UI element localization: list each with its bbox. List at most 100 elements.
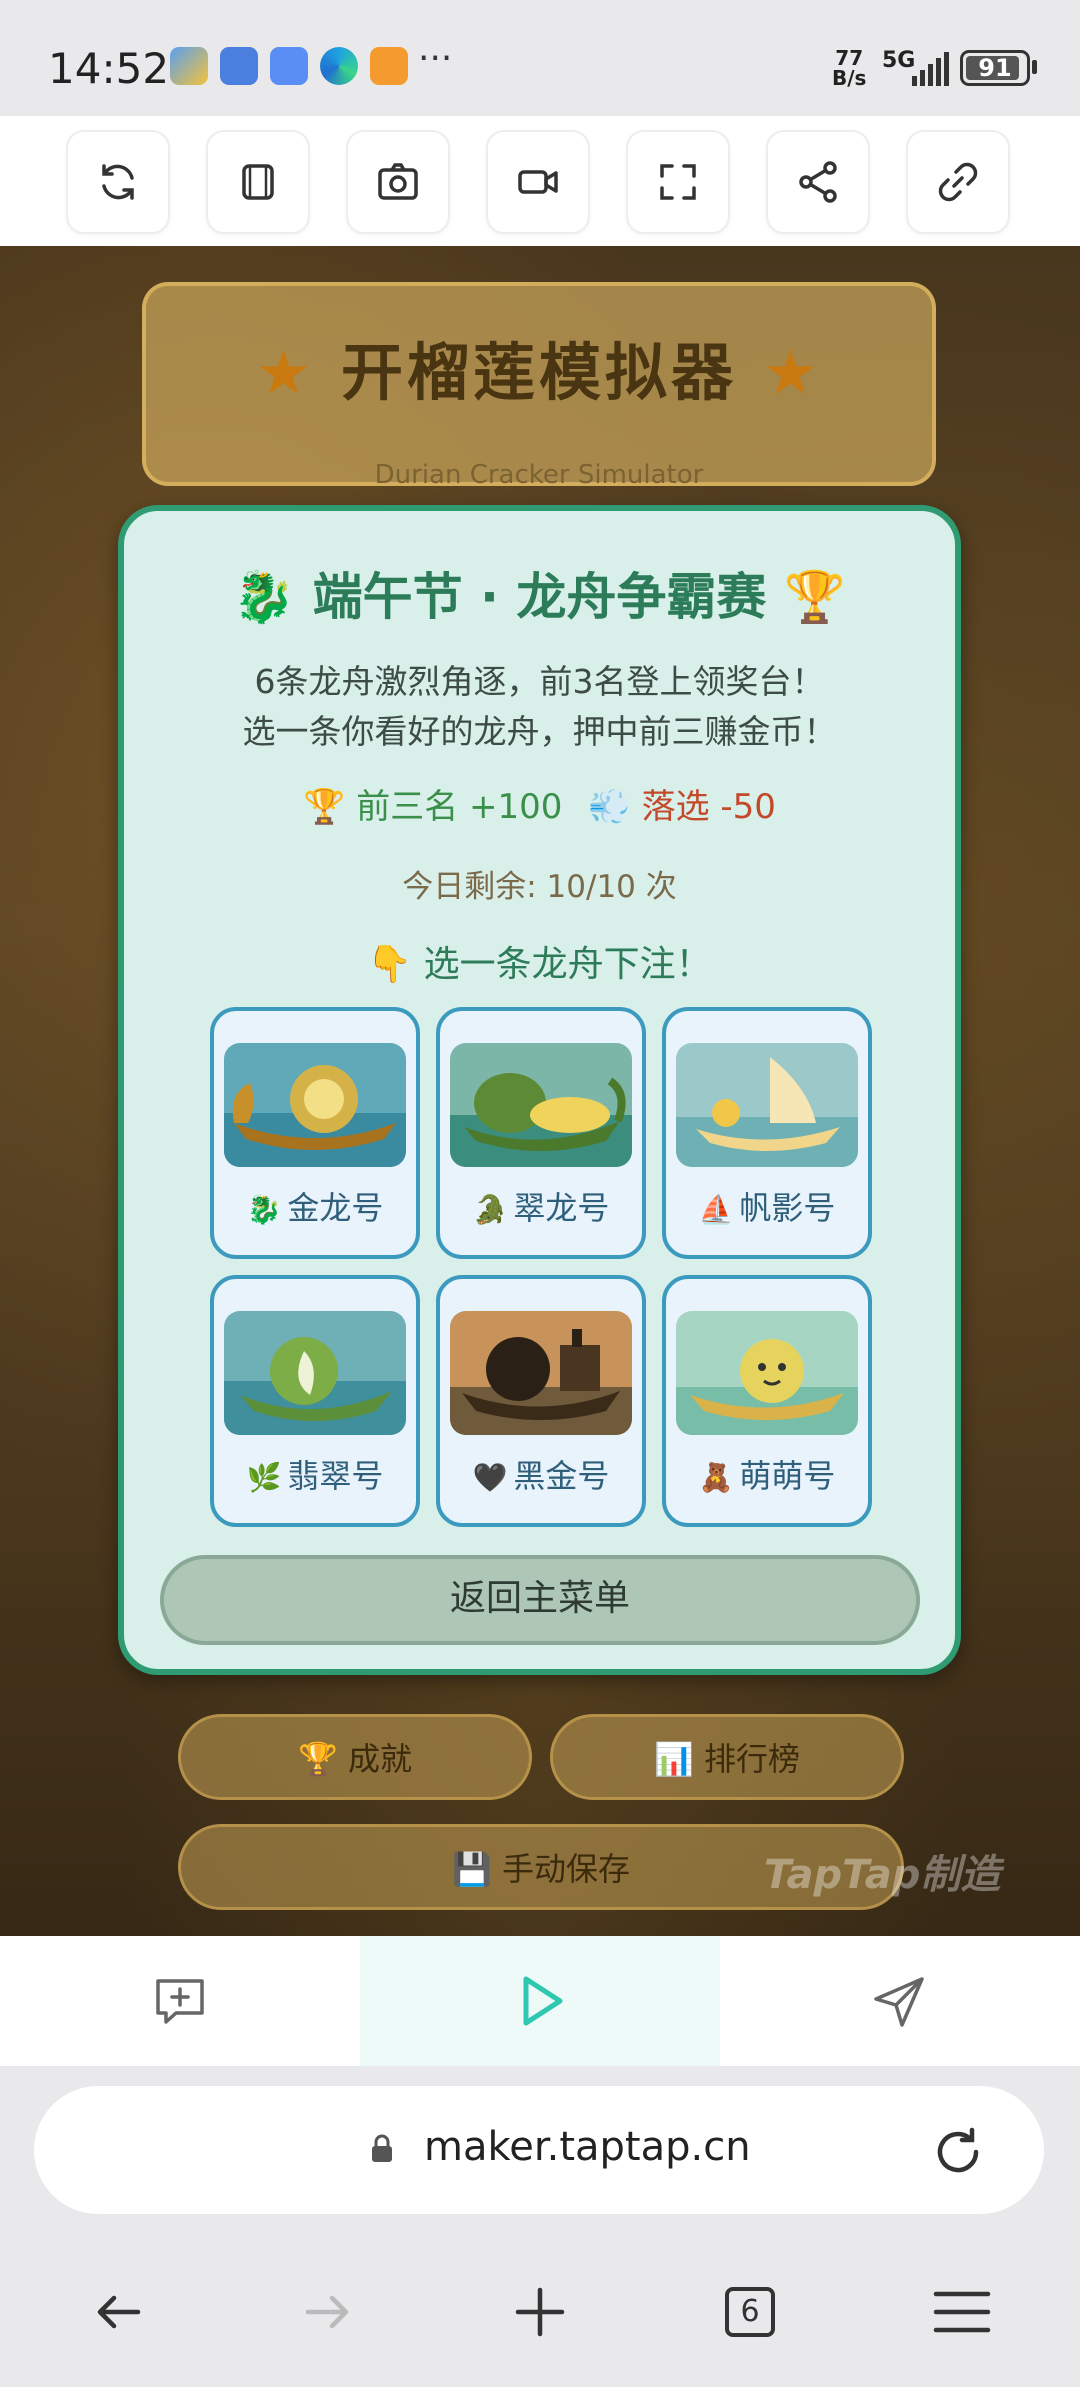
hamburger-menu-icon [933,2291,991,2333]
screenshot-button[interactable] [346,130,450,234]
boat-card-mengmeng[interactable]: 🧸 萌萌号 [662,1275,872,1527]
teddy-bear-icon: 🧸 [698,1461,734,1494]
battery-level: 91 [978,54,1012,82]
leaderboard-button[interactable]: 📊 排行榜 [550,1714,904,1800]
fullscreen-button[interactable] [626,130,730,234]
boat-card-cuilong[interactable]: 🐊 翠龙号 [436,1007,646,1259]
boat-card-heijin[interactable]: 🖤 黑金号 [436,1275,646,1527]
add-comment-icon [156,1979,204,2024]
plus-icon [515,2287,565,2337]
boat-name-text: 黑金号 [513,1457,610,1495]
record-icon [518,170,558,194]
url-text: maker.taptap.cn [424,2124,751,2170]
forward-button[interactable] [296,2280,360,2344]
black-gold-boat-image [450,1311,632,1435]
battery-tip [1032,60,1037,74]
boat-name-text: 帆影号 [739,1189,836,1227]
modal-description: 6条龙舟激烈角逐，前3名登上领奖台！ 选一条你看好的龙舟，押中前三赚金币！ [124,657,955,757]
bottom-nav [0,1936,1080,2066]
more-notifications-icon: ··· [418,38,453,79]
achievements-button[interactable]: 🏆 成就 [178,1714,532,1800]
send-button[interactable] [720,1936,1080,2066]
game-title: ★ 开榴莲模拟器 ★ [146,322,932,412]
refresh-icon [102,164,134,200]
share-icon [799,161,837,203]
description-line: 6条龙舟激烈角逐，前3名登上领奖台！ [254,662,825,701]
modal-title: 🐉 端午节 · 龙舟争霸赛 🏆 [232,568,847,626]
edge-icon [320,47,358,85]
network-type: 5G [882,48,916,73]
boat-card-feicui[interactable]: 🌿 翡翠号 [210,1275,420,1527]
messages-icon [270,47,308,85]
screenshot-icon [378,163,418,200]
jade-dragon-boat-image [450,1043,632,1167]
menu-button[interactable] [930,2280,994,2344]
send-icon [874,1977,924,2027]
layers-button[interactable] [206,130,310,234]
link-icon [938,162,978,202]
net-speed-unit: B/s [832,66,867,90]
golden-dragon-boat-image [224,1043,406,1167]
layers-icon [242,164,274,200]
lock-icon [372,2134,392,2162]
status-bar: 14:52 ··· 77 B/s 5G 91 [0,0,1080,116]
description-line: 选一条你看好的龙舟，押中前三赚金币！ [242,712,837,751]
boat-name: 🖤 黑金号 [440,1451,642,1497]
reload-icon[interactable] [930,2124,986,2180]
boat-name-text: 萌萌号 [739,1457,836,1495]
boat-name: 🐉 金龙号 [214,1183,416,1229]
share-button[interactable] [766,130,870,234]
net-speed: 77 B/s [832,48,866,88]
dragon-icon: 🐉 [246,1193,282,1226]
star-icon: ★ [255,336,316,409]
tab-count: 6 [725,2287,775,2337]
net-speed-value: 77 [835,46,864,70]
emerald-boat-image [224,1311,406,1435]
browser-nav-bar: 6 [0,2240,1080,2387]
signal-icon [912,52,949,86]
game-title-card: ★ 开榴莲模拟器 ★ Durian Cracker Simulator [142,282,936,490]
reward-rules: 🏆 前三名 +100 💨 落选 -50 [124,779,955,828]
weather-icon [170,47,208,85]
new-tab-button[interactable] [508,2280,572,2344]
play-button[interactable] [360,1936,720,2066]
arrow-left-icon [97,2295,141,2329]
boat-name-text: 金龙号 [287,1189,384,1227]
battery-icon: 91 [960,50,1030,86]
remaining-attempts: 今日剩余: 10/10 次 [402,869,677,905]
notes-icon [220,47,258,85]
back-to-menu-button[interactable]: 返回主菜单 [160,1555,920,1645]
star-icon: ★ [762,336,823,409]
refresh-button[interactable] [66,130,170,234]
dragon-boat-modal: 🐉 端午节 · 龙舟争霸赛 🏆 6条龙舟激烈角逐，前3名登上领奖台！ 选一条你看… [118,505,961,1675]
boat-grid: 🐉金龙号 🐊翠龙号 ⛵帆影号 🌿翡翠号 � [210,1007,872,1527]
address-bar[interactable]: maker.taptap.cn [34,2086,1044,2214]
bet-prompt: 👇 选一条龙舟下注！ [367,944,712,985]
game-title-text: 开榴莲模拟器 [340,336,737,409]
crocodile-icon: 🐊 [472,1193,508,1226]
notification-icons [170,47,408,85]
taptap-watermark: TapTap制造 [764,1852,1001,1898]
fullscreen-icon [660,164,696,200]
boat-name-text: 翡翠号 [287,1457,384,1495]
boat-name: ⛵ 帆影号 [666,1183,868,1229]
clock: 14:52 [48,44,170,93]
cute-boat-image [676,1311,858,1435]
link-button[interactable] [906,130,1010,234]
win-reward: 🏆 前三名 +100 [303,787,563,827]
boat-card-fanying[interactable]: ⛵ 帆影号 [662,1007,872,1259]
boat-name: 🐊 翠龙号 [440,1183,642,1229]
toolbar [0,116,1080,246]
back-button[interactable] [86,2280,150,2344]
tabs-button[interactable]: 6 [718,2280,782,2344]
comment-button[interactable] [0,1936,360,2066]
arrow-right-icon [305,2295,349,2329]
herb-icon: 🌿 [246,1461,282,1494]
boat-card-jinlong[interactable]: 🐉 金龙号 [210,1007,420,1259]
boat-name: 🌿 翡翠号 [214,1451,416,1497]
boat-name: 🧸 萌萌号 [666,1451,868,1497]
play-icon [523,1976,563,2026]
sailboat-icon: ⛵ [698,1193,734,1226]
record-button[interactable] [486,130,590,234]
black-heart-icon: 🖤 [472,1461,508,1494]
